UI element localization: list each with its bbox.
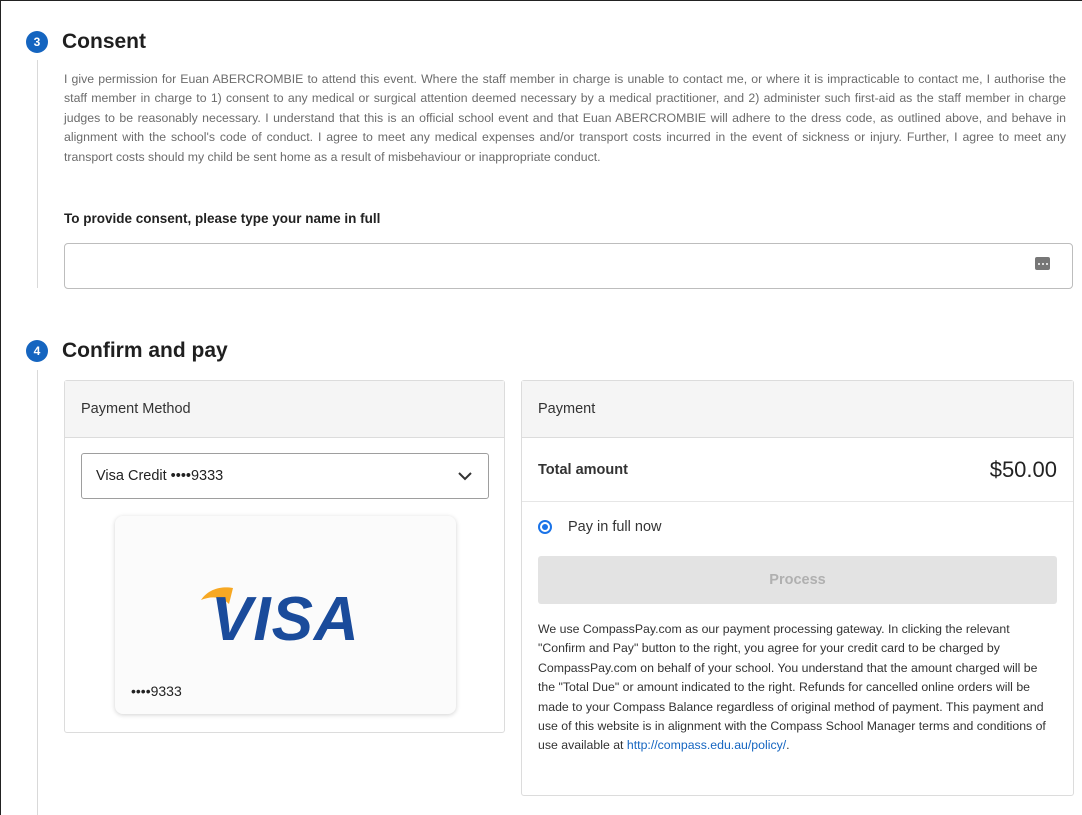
- visa-card: VISA ••••9333: [115, 516, 456, 714]
- consent-title: Consent: [62, 30, 146, 53]
- pay-in-full-label: Pay in full now: [568, 519, 662, 535]
- process-button[interactable]: Process: [538, 556, 1057, 604]
- payment-method-header: Payment Method: [65, 381, 504, 438]
- pay-in-full-option[interactable]: Pay in full now: [538, 519, 662, 535]
- payment-header: Payment: [522, 381, 1073, 438]
- card-digits: ••••9333: [131, 683, 182, 699]
- confirm-title: Confirm and pay: [62, 339, 228, 362]
- consent-text: I give permission for Euan ABERCROMBIE t…: [64, 72, 1066, 164]
- visa-logo: VISA: [201, 585, 360, 644]
- step-rail: [37, 60, 38, 288]
- payment-method-panel: Payment Method Visa Credit ••••9333 VISA…: [64, 380, 505, 733]
- payment-note: We use CompassPay.com as our payment pro…: [538, 620, 1057, 756]
- policy-link[interactable]: http://compass.edu.au/policy/: [627, 738, 786, 752]
- consent-name-input[interactable]: [64, 243, 1073, 289]
- total-row: Total amount $50.00: [522, 438, 1073, 502]
- payment-note-suffix: .: [786, 738, 790, 753]
- payment-method-selected: Visa Credit ••••9333: [96, 468, 224, 484]
- payment-panel: Payment Total amount $50.00 Pay in full …: [521, 380, 1074, 796]
- consent-step-header: 3 Consent: [26, 30, 146, 54]
- total-amount: $50.00: [989, 456, 1057, 482]
- payment-note-text: We use CompassPay.com as our payment pro…: [538, 622, 1046, 753]
- pay-in-full-radio[interactable]: [538, 520, 552, 534]
- consent-name-label: To provide consent, please type your nam…: [64, 211, 381, 226]
- step-rail: [37, 370, 38, 815]
- total-label: Total amount: [538, 461, 628, 478]
- password-manager-key-icon[interactable]: [1035, 257, 1050, 270]
- step-3-badge: 3: [26, 31, 48, 53]
- payment-method-select[interactable]: Visa Credit ••••9333: [81, 453, 489, 499]
- confirm-step-header: 4 Confirm and pay: [26, 339, 228, 363]
- visa-logo-text: VISA: [211, 585, 360, 644]
- step-4-badge: 4: [26, 340, 48, 362]
- chevron-down-icon: [458, 472, 472, 481]
